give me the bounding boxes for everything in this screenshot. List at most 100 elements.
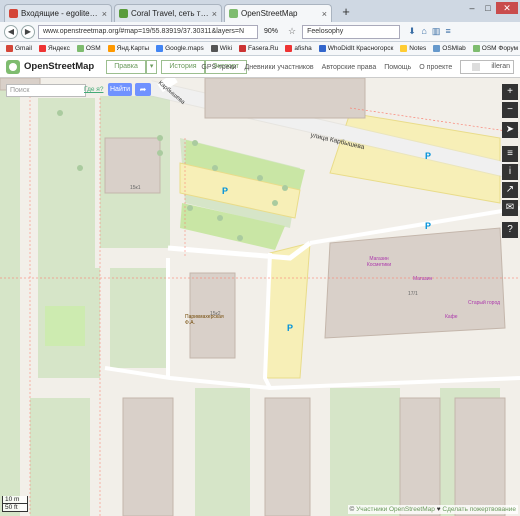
osm-header: OpenStreetMap Правка ▾ История Экспорт G… (0, 56, 520, 78)
forward-button[interactable]: ▶ (21, 24, 35, 39)
bookmark-item[interactable]: Google.maps (156, 45, 204, 52)
minimize-button[interactable]: – (464, 2, 480, 14)
bookmark-item[interactable]: Fasera.Ru (239, 45, 278, 52)
building (454, 397, 506, 516)
about-link[interactable]: О проекте (419, 64, 452, 71)
browser-window: Входящие - egolite@gmail.com × Coral Tra… (0, 0, 520, 516)
tab-coral[interactable]: Coral Travel, сеть турагентств × (114, 4, 222, 22)
poi-label: Кафе (445, 314, 458, 320)
bookmark-favicon-icon (156, 45, 164, 52)
toolbar-icons: ⬇ ⌂ ▥ ≡ (406, 26, 454, 37)
search-input[interactable]: Feelosophy (302, 24, 401, 39)
map-svg (0, 78, 520, 516)
service-road (104, 366, 271, 390)
edit-button[interactable]: Правка (106, 59, 146, 74)
share-icon[interactable]: ↗ (502, 182, 518, 198)
zoom-out-button[interactable]: − (502, 102, 518, 118)
bookmark-favicon-icon (433, 45, 441, 52)
download-icon[interactable]: ⬇ (406, 26, 418, 37)
close-icon[interactable]: × (102, 9, 107, 19)
layers-icon[interactable]: ≡ (502, 146, 518, 162)
bookmark-label: afisha (294, 45, 312, 52)
parking-label: P (425, 151, 432, 161)
close-icon[interactable]: × (322, 9, 327, 19)
zoom-level[interactable]: 90% (264, 28, 284, 35)
home-icon[interactable]: ⌂ (418, 26, 430, 37)
tab-bar: Входящие - egolite@gmail.com × Coral Tra… (0, 0, 520, 22)
bookmark-item[interactable]: afisha (285, 45, 312, 52)
bookmark-item[interactable]: OSM (76, 45, 101, 52)
bookmark-label: OSMlab (442, 45, 466, 52)
new-tab-button[interactable]: + (338, 5, 354, 21)
info-icon[interactable]: i (502, 164, 518, 180)
maximize-button[interactable]: □ (480, 2, 496, 14)
donate-link[interactable]: Сделать пожертвование (442, 506, 516, 513)
back-button[interactable]: ◀ (4, 24, 18, 39)
bookmark-star-icon[interactable]: ☆ (288, 26, 296, 37)
username: illeran (491, 63, 510, 70)
tab-gmail[interactable]: Входящие - egolite@gmail.com × (4, 4, 112, 22)
heart-icon: ♥ (436, 506, 441, 513)
tab-osm[interactable]: OpenStreetMap × (224, 4, 332, 22)
parking-label: P (425, 221, 432, 231)
bookmark-item[interactable]: Notes (400, 45, 426, 52)
bookmark-favicon-icon (210, 45, 218, 52)
osm-right-links: GPS-треки Дневники участников Авторские … (193, 56, 514, 78)
bookmark-item[interactable]: WhoDidIt Красногорск (318, 45, 394, 52)
parking-label: P (287, 323, 294, 333)
bookmark-favicon-icon (239, 45, 247, 52)
bookmark-favicon-icon (472, 45, 480, 52)
green-area (38, 98, 95, 268)
close-icon[interactable]: × (212, 9, 217, 19)
bookmark-label: OSM (85, 45, 101, 52)
map-canvas[interactable]: улица Карбышева Карбышева P P P P Магази… (0, 78, 520, 516)
bookmark-item[interactable]: OSMlab (433, 45, 466, 52)
user-menu[interactable]: illeran (460, 60, 514, 74)
avatar (472, 63, 481, 71)
green-area (195, 388, 250, 516)
osm-logo-icon[interactable] (6, 59, 20, 74)
tab-label: Coral Travel, сеть турагентств (131, 9, 209, 18)
bookmark-label: WhoDidIt Красногорск (327, 45, 394, 52)
bookmarks-bar: Gmail Яндекс OSM Янд.Карты Google.maps Wiki Fa… (0, 42, 520, 56)
gmail-favicon-icon (9, 9, 18, 18)
bookmark-label: Google.maps (165, 45, 204, 52)
url-bar[interactable]: www.openstreetmap.org/#map=19/55.83919/3… (38, 24, 258, 39)
locate-icon[interactable]: ➤ (502, 122, 518, 138)
directions-icon[interactable]: ➦ (135, 83, 151, 96)
bookmark-item[interactable]: Wiki (210, 45, 232, 52)
window-controls: – □ ✕ (464, 2, 518, 14)
where-am-i-link[interactable]: Где я? (84, 86, 103, 93)
green-area (30, 398, 90, 516)
bookmark-item[interactable]: Яндекс (38, 45, 70, 52)
bookmark-label: Янд.Карты (116, 45, 150, 52)
mall-building (324, 227, 506, 339)
poi-label: Магазин (413, 276, 433, 282)
library-icon[interactable]: ▥ (430, 26, 442, 37)
note-icon[interactable]: ✉ (502, 200, 518, 216)
help-icon[interactable]: ? (502, 222, 518, 238)
coral-favicon-icon (119, 9, 128, 18)
building (264, 397, 311, 516)
gps-traces-link[interactable]: GPS-треки (201, 64, 236, 71)
copyright-link[interactable]: Авторские права (322, 64, 377, 71)
bookmark-item[interactable]: Янд.Карты (107, 45, 150, 52)
edit-dropdown-button[interactable]: ▾ (145, 59, 158, 74)
diaries-link[interactable]: Дневники участников (244, 64, 313, 71)
bookmark-favicon-icon (76, 45, 84, 52)
menu-icon[interactable]: ≡ (442, 26, 454, 37)
osm-brand[interactable]: OpenStreetMap (24, 61, 94, 72)
help-link[interactable]: Помощь (384, 64, 411, 71)
map-search-input[interactable]: Поиск (6, 84, 86, 97)
bookmark-label: Яндекс (47, 45, 70, 52)
attribution-link[interactable]: Участники OpenStreetMap (356, 506, 435, 513)
bookmark-item[interactable]: OSM Форум (472, 45, 518, 52)
attribution: © Участники OpenStreetMap ♥ Сделать поже… (347, 505, 518, 514)
close-window-button[interactable]: ✕ (496, 2, 518, 14)
scale-metric: 10 m (2, 496, 28, 504)
find-button[interactable]: Найти (108, 83, 132, 96)
zoom-in-button[interactable]: + (502, 84, 518, 100)
scale-imperial: 50 ft (2, 504, 28, 512)
bookmark-item[interactable]: Gmail (6, 45, 32, 52)
bookmark-favicon-icon (6, 45, 13, 52)
